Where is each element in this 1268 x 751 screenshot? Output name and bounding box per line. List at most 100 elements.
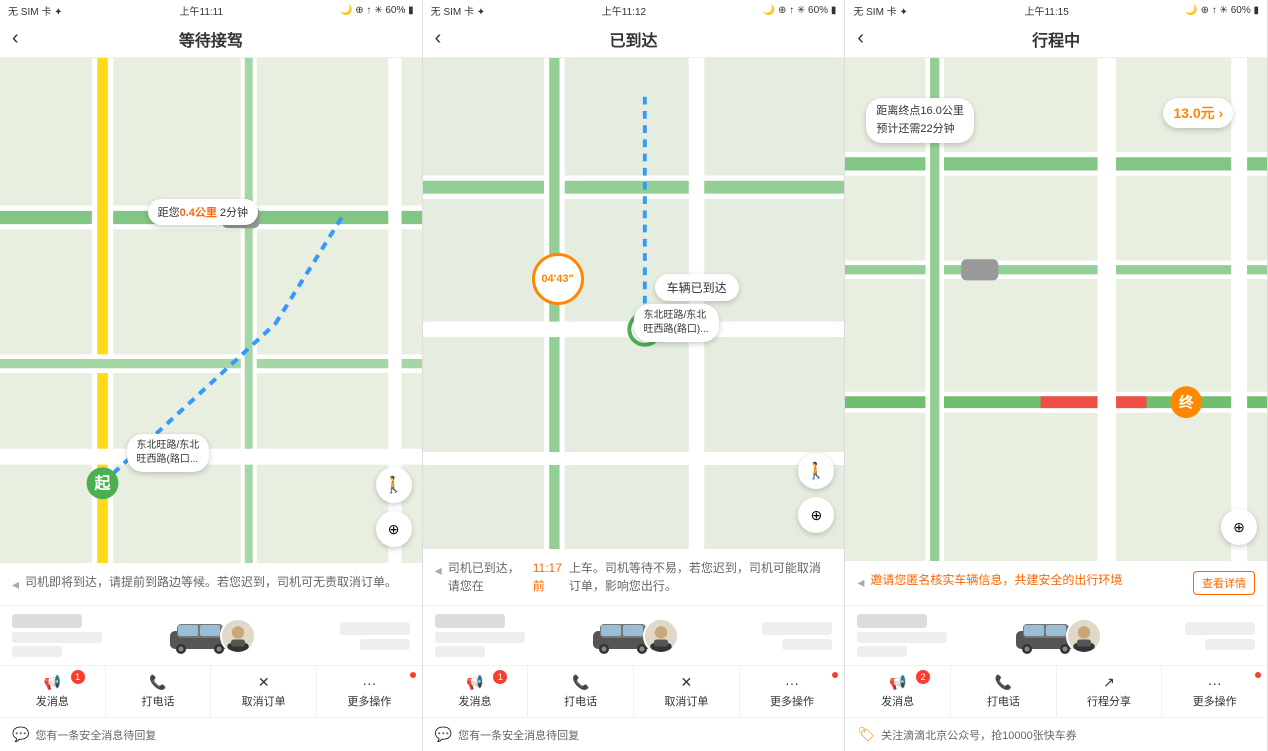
eta-text-3: 预计还需22分钟 bbox=[876, 121, 963, 139]
send-msg-btn-3[interactable]: 📢 发消息 2 bbox=[845, 666, 951, 717]
call-icon-3: 📞 bbox=[995, 674, 1012, 691]
trip-info-bubble-3: 距离终点16.0公里 预计还需22分钟 bbox=[866, 98, 973, 143]
more-icon-3: ··· bbox=[1208, 675, 1222, 691]
more-badge-3 bbox=[1255, 672, 1261, 678]
nav-bar-2: ‹ 已到达 bbox=[423, 20, 845, 58]
time-3: 上午11:15 bbox=[1024, 3, 1068, 18]
locate-button-1[interactable]: ⊕ bbox=[376, 511, 412, 547]
banner-icon-1: 💬 bbox=[12, 726, 29, 743]
send-msg-label-2: 发消息 bbox=[459, 693, 492, 709]
plate-box-2 bbox=[762, 622, 832, 635]
driver-rating-2 bbox=[435, 646, 485, 657]
driver-right-3 bbox=[1110, 622, 1255, 650]
more-btn-1[interactable]: ··· 更多操作 bbox=[317, 666, 422, 717]
driver-sub-3 bbox=[857, 632, 947, 643]
timer-text-2: 04'43" bbox=[541, 273, 573, 285]
info-panel-2: ◂ 司机已到达，请您在11:17前上车。司机等待不易，若您迟到，司机可能取消订单… bbox=[423, 549, 845, 751]
more-btn-2[interactable]: ··· 更多操作 bbox=[740, 666, 845, 717]
driver-sub-1 bbox=[12, 632, 102, 643]
info-panel-1: ◂ 司机即将到达，请提前到路边等候。若您迟到，司机可无责取消订单。 bbox=[0, 563, 422, 751]
distance-bubble-1: 距您0.4公里 2分钟 bbox=[148, 199, 258, 225]
cancel-label-1: 取消订单 bbox=[242, 693, 286, 709]
banner-icon-2: 💬 bbox=[435, 726, 452, 743]
driver-right-1 bbox=[264, 622, 409, 650]
driver-name-1 bbox=[12, 614, 82, 628]
bottom-banner-2: 💬 您有一条安全消息待回复 bbox=[423, 718, 845, 751]
call-icon-2: 📞 bbox=[572, 674, 589, 691]
status-bar-1: 无 SIM 卡 ✦ 上午11:11 🌙 ⊕ ↑ ✳ 60% ▮ bbox=[0, 0, 422, 20]
call-label-2: 打电话 bbox=[564, 693, 597, 709]
score-1 bbox=[360, 639, 410, 650]
distance-label-1: 距您 bbox=[158, 207, 180, 219]
info-panel-3: ◂ 邀请您匿名核实车辆信息，共建安全的出行环境 查看详情 bbox=[845, 561, 1267, 751]
status-right-1: 🌙 ⊕ ↑ ✳ 60% ▮ bbox=[340, 5, 414, 16]
score-3 bbox=[1205, 639, 1255, 650]
location-bubble-2: 东北旺路/东北旺西路(路口)... bbox=[634, 304, 719, 342]
nav-title-1: 等待接驾 bbox=[179, 27, 243, 51]
screen-arrived: 无 SIM 卡 ✦ 上午11:12 🌙 ⊕ ↑ ✳ 60% ▮ ‹ 已到达 04… bbox=[423, 0, 846, 751]
driver-info-3 bbox=[857, 614, 1002, 657]
battery-1: 🌙 ⊕ ↑ ✳ 60% ▮ bbox=[340, 5, 414, 16]
bottom-banner-3: 🏷 关注滴滴北京公众号，抢10000张快车券 bbox=[845, 718, 1267, 751]
map-area-2: 04'43" 车辆已到达 东北旺路/东北旺西路(路口)... 🚶 ⊕ bbox=[423, 58, 845, 549]
cancel-icon-2: ✕ bbox=[680, 674, 692, 691]
location-text-2: 东北旺路/东北旺西路(路口)... bbox=[644, 310, 709, 335]
svg-text:终: 终 bbox=[1179, 393, 1194, 411]
price-bubble-3[interactable]: 13.0元 › bbox=[1163, 98, 1233, 128]
call-btn-3[interactable]: 📞 打电话 bbox=[951, 666, 1057, 717]
status-bar-2: 无 SIM 卡 ✦ 上午11:12 🌙 ⊕ ↑ ✳ 60% ▮ bbox=[423, 0, 845, 20]
cancel-icon-1: ✕ bbox=[258, 674, 270, 691]
share-btn-3[interactable]: ↗ 行程分享 bbox=[1057, 666, 1163, 717]
locate-button-3[interactable]: ⊕ bbox=[1221, 509, 1257, 545]
msg-icon-1: ◂ bbox=[12, 574, 19, 595]
price-text-3: 13.0元 bbox=[1173, 103, 1214, 123]
detail-btn-3[interactable]: 查看详情 bbox=[1193, 571, 1255, 595]
status-bar-3: 无 SIM 卡 ✦ 上午11:15 🌙 ⊕ ↑ ✳ 60% ▮ bbox=[845, 0, 1267, 20]
driver-info-1 bbox=[12, 614, 157, 657]
car-area-2 bbox=[588, 616, 679, 656]
back-button-1[interactable]: ‹ bbox=[12, 27, 19, 50]
call-label-3: 打电话 bbox=[987, 693, 1020, 709]
send-msg-label-1: 发消息 bbox=[36, 693, 69, 709]
bottom-banner-1: 💬 您有一条安全消息待回复 bbox=[0, 718, 422, 751]
msg-icon-3: ◂ bbox=[857, 572, 864, 593]
battery-2: 🌙 ⊕ ↑ ✳ 60% ▮ bbox=[763, 5, 837, 16]
more-btn-3[interactable]: ··· 更多操作 bbox=[1162, 666, 1267, 717]
price-arrow-3: › bbox=[1219, 105, 1224, 121]
driver-avatar-1 bbox=[220, 618, 256, 654]
action-bar-2: 📢 发消息 1 📞 打电话 ✕ 取消订单 ··· 更多操作 bbox=[423, 666, 845, 718]
back-button-2[interactable]: ‹ bbox=[435, 27, 442, 50]
driver-sub-2 bbox=[435, 632, 525, 643]
timer-badge-2: 04'43" bbox=[532, 253, 584, 305]
walk-button-1[interactable]: 🚶 bbox=[376, 467, 412, 503]
send-msg-btn-1[interactable]: 📢 发消息 1 bbox=[0, 666, 106, 717]
msg-text-1: 司机即将到达，请提前到路边等候。若您迟到，司机可无责取消订单。 bbox=[25, 573, 397, 591]
driver-info-2 bbox=[435, 614, 580, 657]
sim-label-2: 无 SIM 卡 ✦ bbox=[431, 3, 486, 18]
cancel-btn-2[interactable]: ✕ 取消订单 bbox=[634, 666, 740, 717]
status-left-1: 无 SIM 卡 ✦ bbox=[8, 3, 63, 18]
banner-icon-3: 🏷 bbox=[857, 726, 875, 743]
score-2 bbox=[782, 639, 832, 650]
msg-badge-3: 2 bbox=[916, 670, 930, 684]
nav-title-3: 行程中 bbox=[1032, 27, 1080, 51]
driver-panel-1 bbox=[0, 606, 422, 666]
action-bar-1: 📢 发消息 1 📞 打电话 ✕ 取消订单 ··· 更多操作 bbox=[0, 666, 422, 718]
msg-text-2a: 司机已到达，请您在 bbox=[448, 559, 527, 595]
driver-right-2 bbox=[687, 622, 832, 650]
send-msg-btn-2[interactable]: 📢 发消息 1 bbox=[423, 666, 529, 717]
banner-text-2: 您有一条安全消息待回复 bbox=[458, 727, 579, 743]
car-area-3 bbox=[1011, 616, 1102, 656]
call-btn-2[interactable]: 📞 打电话 bbox=[528, 666, 634, 717]
back-button-3[interactable]: ‹ bbox=[857, 27, 864, 50]
msg-text-2b: 上车。司机等待不易，若您迟到，司机可能取消订单，影响您出行。 bbox=[569, 559, 832, 595]
action-bar-3: 📢 发消息 2 📞 打电话 ↗ 行程分享 ··· 更多操作 bbox=[845, 666, 1267, 718]
send-msg-icon-2: 📢 bbox=[466, 674, 483, 691]
call-btn-1[interactable]: 📞 打电话 bbox=[106, 666, 212, 717]
send-msg-label-3: 发消息 bbox=[881, 693, 914, 709]
send-msg-icon-1: 📢 bbox=[44, 674, 61, 691]
cancel-btn-1[interactable]: ✕ 取消订单 bbox=[211, 666, 317, 717]
share-icon-3: ↗ bbox=[1103, 674, 1115, 691]
more-badge-2 bbox=[832, 672, 838, 678]
driver-panel-3 bbox=[845, 606, 1267, 666]
